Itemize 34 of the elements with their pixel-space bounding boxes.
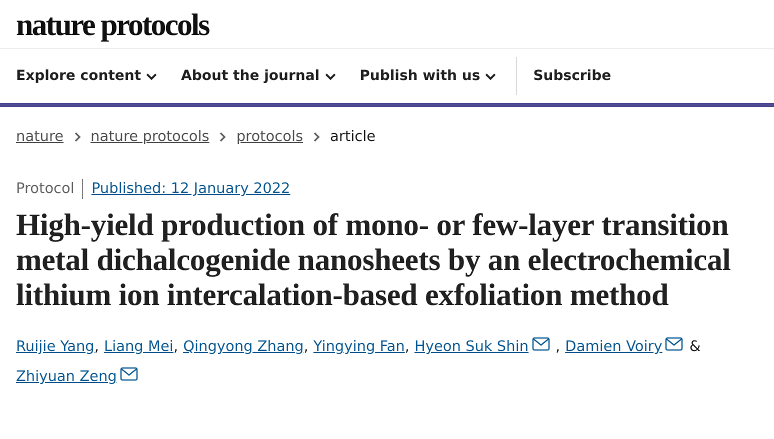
author-link[interactable]: Zhiyuan Zeng — [16, 362, 117, 392]
chevron-right-icon — [74, 132, 81, 142]
author-link[interactable]: Yingying Fan — [313, 332, 405, 362]
nav-menu-item[interactable]: Subscribe — [533, 68, 612, 84]
author-link[interactable]: Hyeon Suk Shin — [414, 332, 529, 362]
separator-text: , — [404, 338, 410, 357]
email-icon[interactable] — [532, 337, 550, 351]
chevron-right-icon — [219, 132, 226, 142]
article-title: High-yield production of mono- or few-layer transition metal dichalcogenide nanosheets by an electrochemical lithium ion intercalation-based exfoliation method — [16, 207, 732, 312]
breadcrumb-link[interactable]: nature — [16, 129, 64, 145]
separator-text: , — [304, 338, 308, 357]
chevron-down-icon — [485, 72, 496, 80]
published-date-link[interactable]: Published: 12 January 2022 — [91, 181, 290, 197]
breadcrumb-link[interactable]: protocols — [236, 129, 304, 145]
author-link[interactable]: Damien Voiry — [565, 332, 662, 362]
current-page-label: article — [330, 129, 376, 145]
separator-text: , — [94, 338, 99, 357]
chevron-down-icon — [324, 72, 336, 80]
author-link[interactable]: Liang Mei — [104, 332, 174, 362]
journal-logo[interactable]: nature protocols — [16, 8, 209, 40]
email-icon[interactable] — [120, 367, 138, 381]
nav-menu-item[interactable]: Publish with us — [360, 68, 496, 84]
separator-text: , — [173, 338, 178, 357]
nav-menu-item[interactable]: About the journal — [181, 68, 336, 84]
chevron-right-icon — [313, 132, 320, 142]
nav-menu-item[interactable]: Explore content — [16, 68, 158, 84]
breadcrumb-link[interactable]: nature protocols — [90, 129, 210, 145]
author-link[interactable]: Qingyong Zhang — [183, 332, 304, 362]
article-type: Protocol — [16, 181, 74, 197]
chevron-down-icon — [146, 72, 158, 80]
author-link[interactable]: Ruijie Yang — [16, 332, 94, 362]
email-icon[interactable] — [665, 337, 684, 351]
separator-text: , — [556, 338, 560, 357]
separator-text: & — [689, 338, 701, 357]
